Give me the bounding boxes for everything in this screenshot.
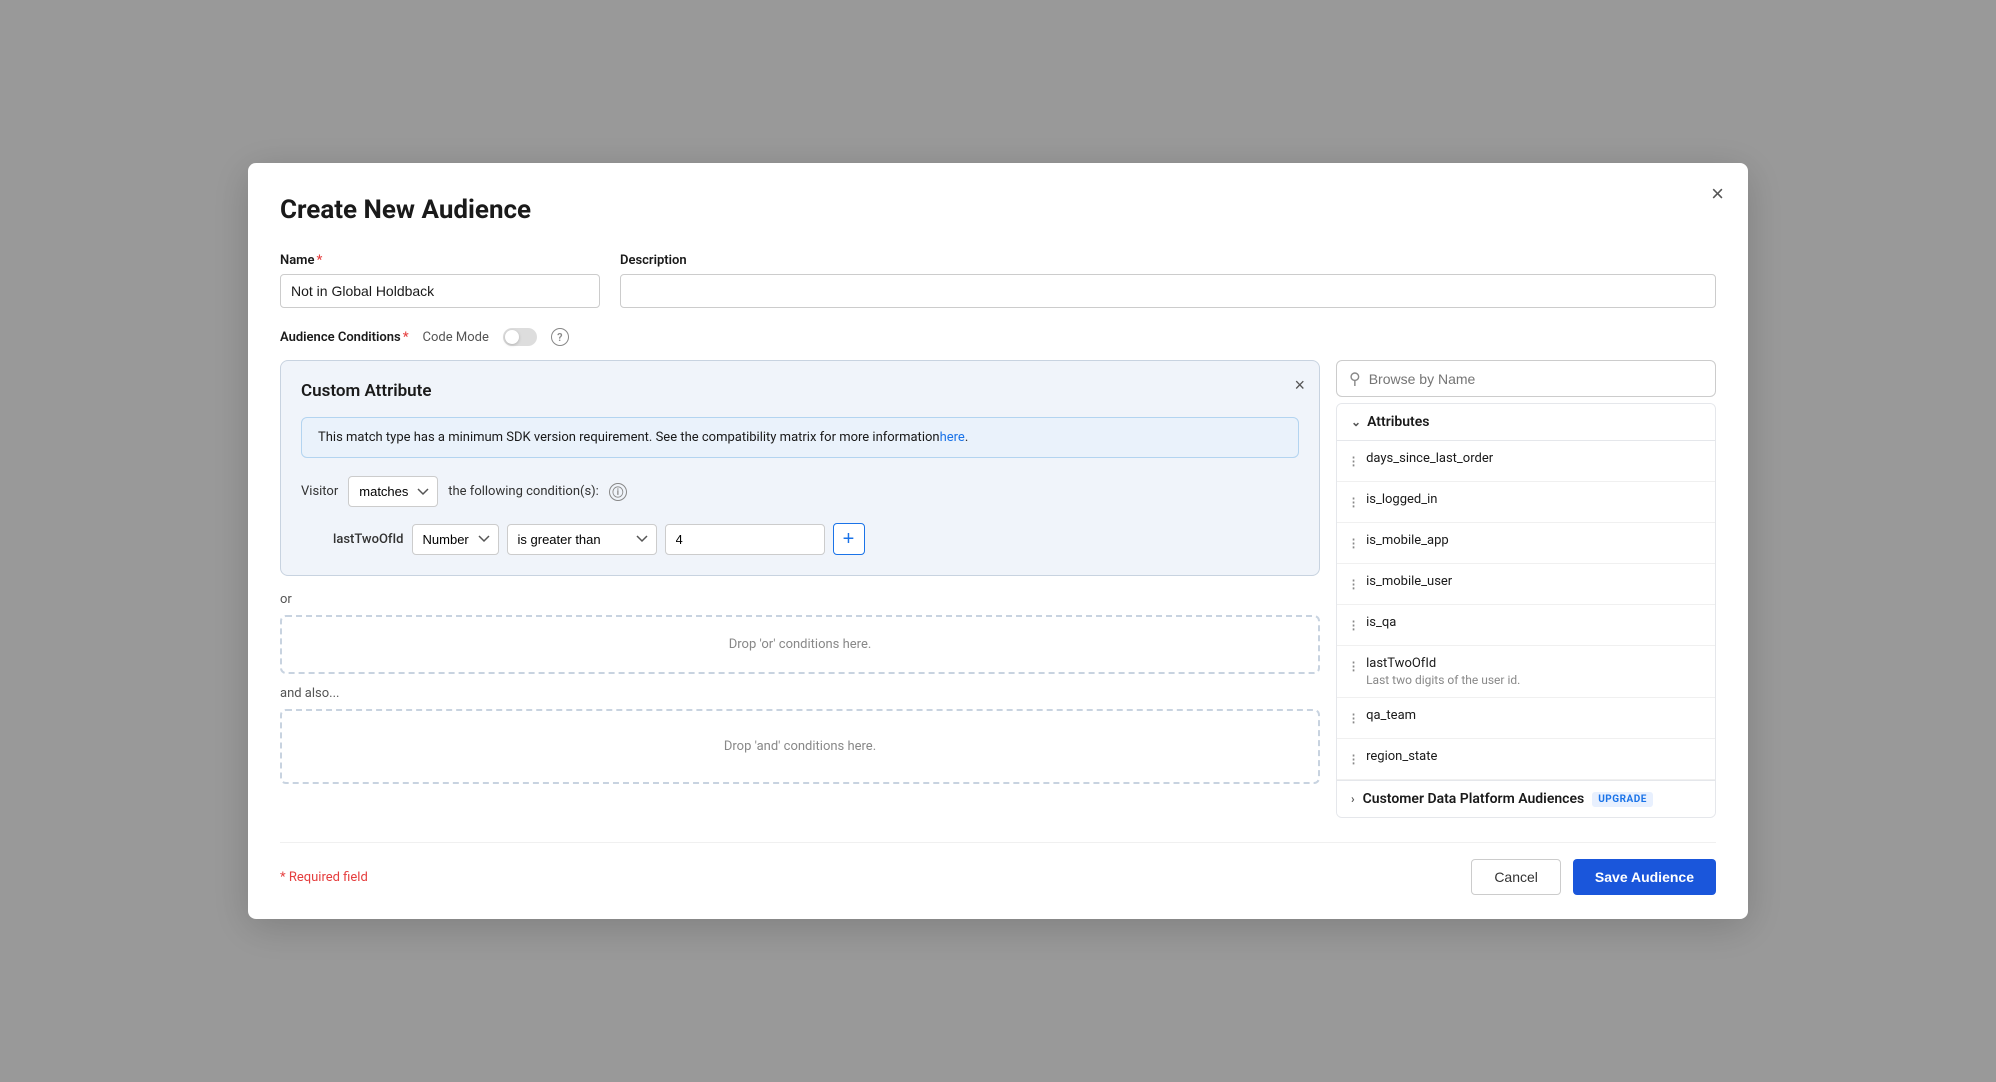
attr-name: region_state (1366, 749, 1701, 764)
sdk-notice-link[interactable]: here (940, 430, 965, 445)
description-input[interactable] (620, 274, 1716, 308)
attr-name: is_mobile_user (1366, 574, 1701, 589)
drop-and-zone: Drop 'and' conditions here. (280, 709, 1320, 784)
modal-title: Create New Audience (280, 195, 1716, 225)
name-required-star: * (316, 253, 322, 268)
attribute-item-is-qa[interactable]: ⁝ is_qa (1337, 605, 1715, 646)
attr-info: lastTwoOfId Last two digits of the user … (1366, 656, 1701, 687)
save-audience-button[interactable]: Save Audience (1573, 859, 1716, 895)
attribute-condition-row: lastTwoOfId Number is greater than + (333, 523, 1299, 555)
attr-name: is_logged_in (1366, 492, 1701, 507)
modal-close-button[interactable]: × (1711, 183, 1724, 205)
matches-select[interactable]: matches (348, 476, 438, 507)
footer-buttons: Cancel Save Audience (1471, 859, 1716, 895)
name-label: Name* (280, 253, 600, 268)
audience-conditions-row: Audience Conditions* Code Mode ? (280, 328, 1716, 346)
attribute-item-region-state[interactable]: ⁝ region_state (1337, 739, 1715, 780)
name-field-group: Name* (280, 253, 600, 308)
conditions-panel: Custom Attribute × This match type has a… (280, 360, 1320, 818)
attribute-grid-icon: ⁝ (1351, 575, 1356, 594)
attribute-item-last-two-of-id[interactable]: ⁝ lastTwoOfId Last two digits of the use… (1337, 646, 1715, 698)
name-input[interactable] (280, 274, 600, 308)
attr-info: is_mobile_app (1366, 533, 1701, 548)
cancel-button[interactable]: Cancel (1471, 859, 1561, 895)
cdp-label: Customer Data Platform Audiences (1363, 791, 1585, 807)
type-select[interactable]: Number (412, 524, 499, 555)
sidebar-panel: ⚲ ⌄ Attributes ⁝ days_since_last_order (1336, 360, 1716, 818)
attr-name: is_qa (1366, 615, 1701, 630)
attr-info: region_state (1366, 749, 1701, 764)
attr-info: is_logged_in (1366, 492, 1701, 507)
visitor-condition-row: Visitor matches the following condition(… (301, 476, 1299, 507)
attr-desc: Last two digits of the user id. (1366, 673, 1701, 687)
attribute-grid-icon: ⁝ (1351, 534, 1356, 553)
attribute-grid-icon: ⁝ (1351, 616, 1356, 635)
condition-help-icon[interactable]: ⓘ (609, 483, 627, 501)
chevron-right-icon: › (1351, 792, 1355, 806)
attr-info: is_mobile_user (1366, 574, 1701, 589)
sdk-notice: This match type has a minimum SDK versio… (301, 417, 1299, 458)
audience-conditions-label: Audience Conditions* (280, 330, 409, 345)
search-input[interactable] (1369, 371, 1703, 387)
or-label: or (280, 592, 1320, 607)
create-audience-modal: × Create New Audience Name* Description … (248, 163, 1748, 919)
attribute-item-qa-team[interactable]: ⁝ qa_team (1337, 698, 1715, 739)
attribute-grid-icon: ⁝ (1351, 709, 1356, 728)
attributes-header[interactable]: ⌄ Attributes (1337, 404, 1715, 441)
required-field-text: * Required field (280, 870, 368, 885)
chevron-down-icon: ⌄ (1351, 415, 1361, 429)
visitor-label: Visitor (301, 484, 338, 499)
card-close-button[interactable]: × (1294, 375, 1305, 396)
attribute-item-days-since-last-order[interactable]: ⁝ days_since_last_order (1337, 441, 1715, 482)
main-content: Custom Attribute × This match type has a… (280, 360, 1716, 818)
attr-name: is_mobile_app (1366, 533, 1701, 548)
attribute-grid-icon: ⁝ (1351, 452, 1356, 471)
footer-row: * Required field Cancel Save Audience (280, 842, 1716, 895)
operator-select[interactable]: is greater than (507, 524, 657, 555)
attribute-item-is-mobile-user[interactable]: ⁝ is_mobile_user (1337, 564, 1715, 605)
attr-info: qa_team (1366, 708, 1701, 723)
attribute-grid-icon: ⁝ (1351, 493, 1356, 512)
custom-attribute-title: Custom Attribute (301, 381, 1299, 401)
attributes-label: Attributes (1367, 414, 1429, 430)
attribute-item-is-mobile-app[interactable]: ⁝ is_mobile_app (1337, 523, 1715, 564)
description-label: Description (620, 253, 1716, 268)
help-icon[interactable]: ? (551, 328, 569, 346)
description-field-group: Description (620, 253, 1716, 308)
attribute-name-label: lastTwoOfId (333, 532, 404, 547)
attribute-grid-icon: ⁝ (1351, 657, 1356, 676)
attributes-section: ⌄ Attributes ⁝ days_since_last_order ⁝ i… (1336, 403, 1716, 818)
and-also-label: and also... (280, 686, 1320, 701)
upgrade-badge: UPGRADE (1592, 792, 1653, 807)
cdp-section[interactable]: › Customer Data Platform Audiences UPGRA… (1337, 780, 1715, 817)
search-box[interactable]: ⚲ (1336, 360, 1716, 397)
drop-or-zone: Drop 'or' conditions here. (280, 615, 1320, 674)
attr-name: qa_team (1366, 708, 1701, 723)
condition-suffix-label: the following condition(s): (448, 484, 599, 499)
attr-name: lastTwoOfId (1366, 656, 1701, 671)
custom-attribute-card: Custom Attribute × This match type has a… (280, 360, 1320, 576)
attr-info: is_qa (1366, 615, 1701, 630)
attribute-value-input[interactable] (665, 524, 825, 555)
attribute-item-is-logged-in[interactable]: ⁝ is_logged_in (1337, 482, 1715, 523)
code-mode-toggle[interactable] (503, 328, 537, 346)
attribute-grid-icon: ⁝ (1351, 750, 1356, 769)
add-condition-button[interactable]: + (833, 523, 865, 555)
form-fields-row: Name* Description (280, 253, 1716, 308)
search-icon: ⚲ (1349, 369, 1361, 388)
attr-info: days_since_last_order (1366, 451, 1701, 466)
attr-name: days_since_last_order (1366, 451, 1701, 466)
modal-overlay: × Create New Audience Name* Description … (0, 0, 1996, 1082)
code-mode-label: Code Mode (423, 330, 489, 345)
